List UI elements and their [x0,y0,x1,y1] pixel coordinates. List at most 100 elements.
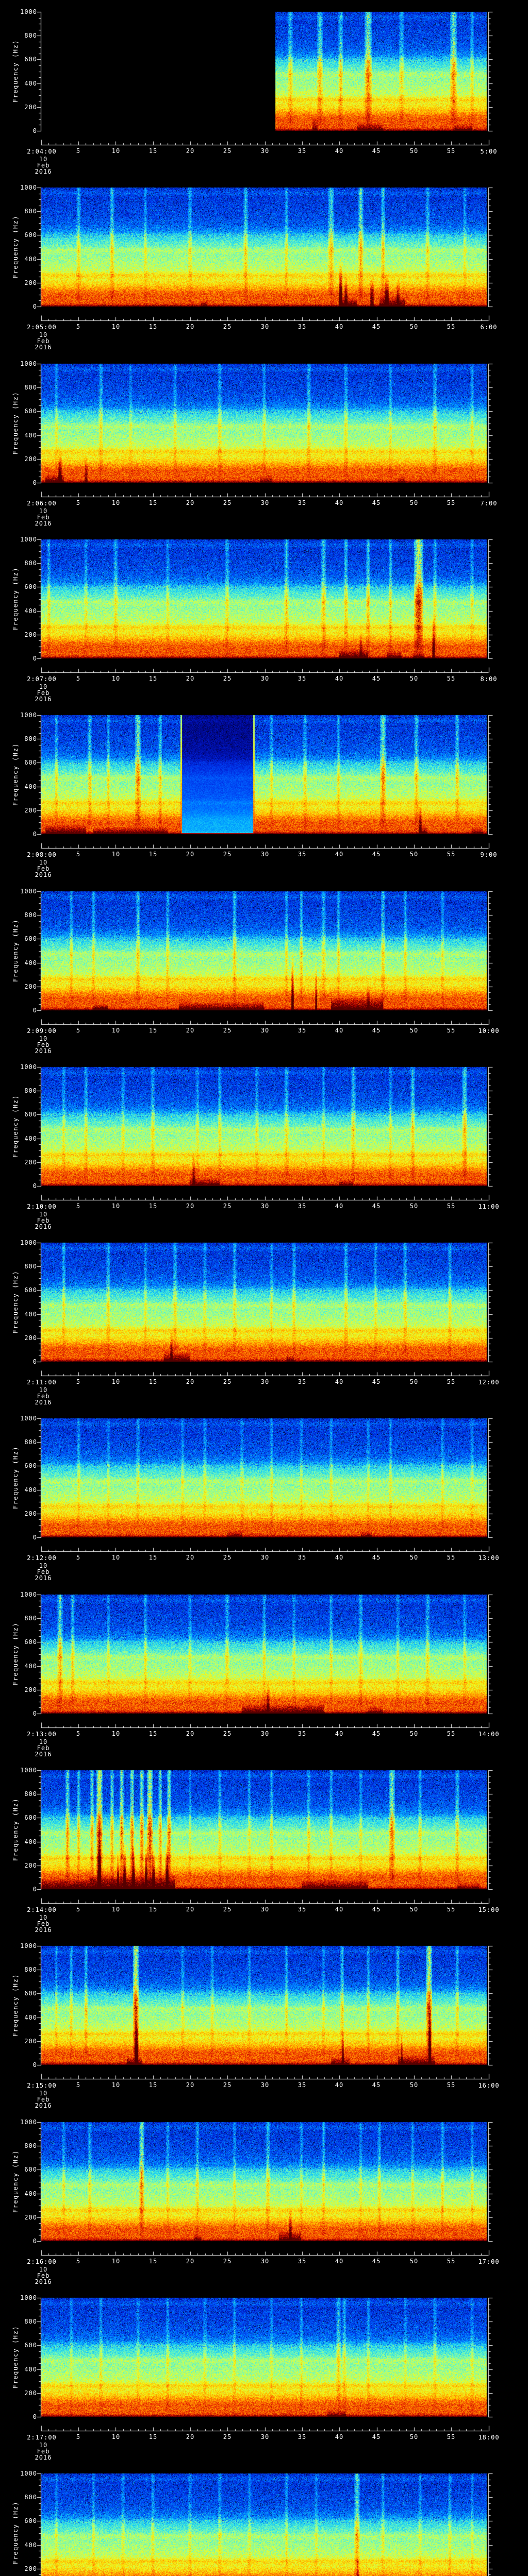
x-tick-label: 40 [335,851,344,858]
x-tick-label: 5 [76,2258,81,2265]
y-tick-label: 600 [24,2166,37,2173]
y-tick-label: 1000 [20,1063,37,1071]
y-axis-title: Frequency (Hz) [12,1094,19,1158]
y-axis-title: Frequency (Hz) [12,2149,19,2213]
x-tick-label: 50 [409,2433,419,2441]
x-axis-start-time: 2:09:00 [27,1027,57,1035]
x-tick-label: 55 [447,499,456,506]
x-tick-label: 55 [447,2258,456,2265]
x-tick-label: 40 [335,2081,344,2089]
x-tick-label: 55 [447,675,456,682]
x-tick-label: 35 [298,323,307,330]
spectrogram-panel: Frequency (Hz) 1000 800 600 400 200 0 2:… [0,879,528,1056]
date-line-year: 2016 [35,871,52,878]
y-axis-title: Frequency (Hz) [12,2501,19,2565]
x-tick-label: 10 [111,499,121,506]
spectrogram-panel: Frequency (Hz) 1000 800 600 400 200 0 2:… [0,1758,528,1935]
date-line-year: 2016 [35,2454,52,2461]
spectrogram-canvas [0,2462,528,2576]
date-line-year: 2016 [35,2102,52,2109]
y-axis-title: Frequency (Hz) [12,1270,19,1334]
x-tick-label: 55 [447,1202,456,1210]
spectrogram-panel: Frequency (Hz) 1000 800 600 400 200 0 2:… [0,176,528,352]
x-tick-label: 15 [148,147,158,155]
x-axis-start-time: 2:05:00 [27,324,57,331]
y-tick-label: 200 [24,455,37,463]
y-tick-label: 1000 [20,1942,37,1950]
x-tick-label: 45 [372,2433,381,2441]
y-tick-label: 1000 [20,888,37,895]
y-tick-label: 400 [24,1663,37,1670]
y-tick-label: 0 [32,1886,37,1893]
x-tick-label: 15 [148,2258,158,2265]
spectrogram-panel: Frequency (Hz) 1000 800 600 400 200 0 2:… [0,1055,528,1231]
y-tick-label: 800 [24,560,37,567]
x-tick-label: 5 [76,1027,81,1034]
x-tick-label: 10 [111,323,121,330]
x-tick-label: 15 [148,851,158,858]
x-tick-label: 15 [148,1378,158,1385]
x-tick-label: 35 [298,1730,307,1737]
x-tick-label: 35 [298,1027,307,1034]
x-tick-label: 20 [186,1554,195,1561]
x-tick-label: 55 [447,851,456,858]
x-tick-label: 55 [447,1906,456,1913]
y-tick-label: 1000 [20,2119,37,2126]
x-tick-label: 45 [372,323,381,330]
y-axis-title: Frequency (Hz) [12,742,19,806]
y-tick-label: 0 [32,1358,37,1365]
x-axis-end-time: 5:00 [480,148,498,155]
x-tick-label: 45 [372,1906,381,1913]
x-tick-label: 10 [111,2081,121,2089]
y-tick-label: 0 [32,2238,37,2245]
x-tick-label: 35 [298,2258,307,2265]
spectrogram-panel: Frequency (Hz) 1000 800 600 400 200 0 2:… [0,2462,528,2576]
x-tick-label: 15 [148,1554,158,1561]
x-tick-label: 40 [335,2433,344,2441]
x-axis-start-time: 2:08:00 [27,851,57,858]
y-tick-label: 400 [24,607,37,615]
x-tick-label: 50 [409,323,419,330]
x-tick-label: 50 [409,1202,419,1210]
x-tick-label: 10 [111,1202,121,1210]
x-tick-label: 5 [76,851,81,858]
y-tick-label: 0 [32,655,37,662]
x-tick-label: 55 [447,1730,456,1737]
x-tick-label: 30 [260,675,270,682]
y-tick-label: 0 [32,127,37,134]
x-tick-label: 55 [447,147,456,155]
x-axis-start-time: 2:16:00 [27,2258,57,2265]
y-tick-label: 400 [24,2541,37,2549]
y-tick-label: 1000 [20,1767,37,1774]
x-tick-label: 50 [409,1554,419,1561]
y-tick-label: 800 [24,1438,37,1446]
x-tick-label: 25 [223,1027,232,1034]
x-tick-label: 5 [76,1378,81,1385]
x-axis-start-time: 2:17:00 [27,2434,57,2441]
y-tick-label: 1000 [20,536,37,543]
y-tick-label: 800 [24,32,37,39]
y-tick-label: 600 [24,583,37,590]
x-tick-label: 45 [372,2258,381,2265]
y-tick-label: 400 [24,256,37,263]
x-tick-label: 10 [111,2258,121,2265]
x-tick-label: 20 [186,1378,195,1385]
x-tick-label: 40 [335,499,344,506]
x-tick-label: 30 [260,1378,270,1385]
y-axis-title: Frequency (Hz) [12,2325,19,2389]
date-line-year: 2016 [35,520,52,527]
x-axis-end-time: 11:00 [478,1203,500,1210]
y-tick-label: 800 [24,1087,37,1094]
y-tick-label: 1000 [20,360,37,367]
x-tick-label: 10 [111,1554,121,1561]
y-tick-label: 200 [24,104,37,111]
x-tick-label: 30 [260,147,270,155]
spectrogram-panel: Frequency (Hz) 1000 800 600 400 200 0 2:… [0,352,528,528]
x-tick-label: 30 [260,499,270,506]
y-tick-label: 600 [24,1462,37,1469]
x-tick-label: 35 [298,851,307,858]
y-tick-label: 0 [32,303,37,310]
date-line-year: 2016 [35,1047,52,1055]
x-tick-label: 5 [76,2081,81,2089]
y-tick-label: 0 [32,479,37,486]
